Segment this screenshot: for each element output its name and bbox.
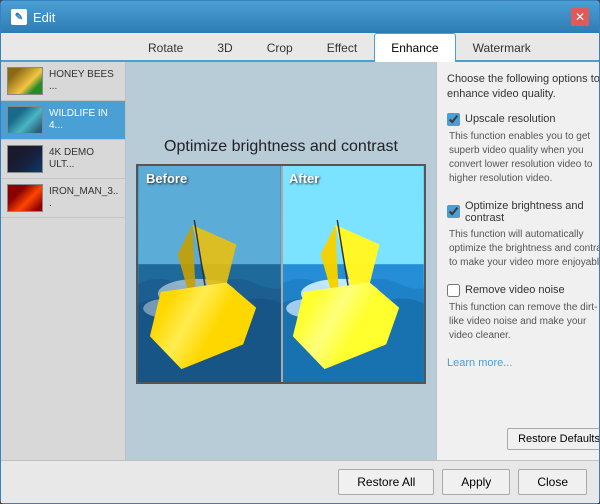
main-content: HONEY BEES ... WILDLIFE IN 4... 4K DEMO … <box>1 62 599 460</box>
restore-defaults-button[interactable]: Restore Defaults <box>507 428 599 450</box>
sidebar-item-ironman[interactable]: IRON_MAN_3... <box>1 179 125 218</box>
sidebar-item-wildlife[interactable]: WILDLIFE IN 4... <box>1 101 125 140</box>
before-half: Before <box>138 166 281 382</box>
sidebar-item-honeybees[interactable]: HONEY BEES ... <box>1 62 125 101</box>
learn-more-link[interactable]: Learn more... <box>447 357 599 369</box>
title-bar: ✎ Edit ✕ <box>1 1 599 33</box>
noise-label[interactable]: Remove video noise <box>465 284 565 296</box>
option-group-upscale: Upscale resolution This function enables… <box>447 113 599 192</box>
option-group-brightness: Optimize brightness and contrast This fu… <box>447 200 599 276</box>
tab-3d[interactable]: 3D <box>200 33 249 62</box>
apply-button[interactable]: Apply <box>442 469 510 495</box>
brightness-description: This function will automatically optimiz… <box>447 228 599 270</box>
before-label: Before <box>146 171 187 186</box>
preview-area: Optimize brightness and contrast <box>126 62 436 460</box>
option-group-noise: Remove video noise This function can rem… <box>447 284 599 349</box>
right-panel-description: Choose the following options to enhance … <box>447 72 599 103</box>
close-button[interactable]: Close <box>518 469 587 495</box>
tab-effect[interactable]: Effect <box>310 33 374 62</box>
sidebar-thumb-wildlife <box>7 106 43 134</box>
window-title: Edit <box>33 10 55 25</box>
tab-rotate[interactable]: Rotate <box>131 33 200 62</box>
after-label: After <box>289 171 319 186</box>
sidebar-label-4k: 4K DEMO ULT... <box>49 147 119 171</box>
sidebar: HONEY BEES ... WILDLIFE IN 4... 4K DEMO … <box>1 62 126 460</box>
tab-watermark[interactable]: Watermark <box>456 33 548 62</box>
upscale-label[interactable]: Upscale resolution <box>465 113 556 125</box>
sidebar-thumb-honeybees <box>7 67 43 95</box>
content-area: Optimize brightness and contrast <box>126 62 436 460</box>
sidebar-thumb-ironman <box>7 184 43 212</box>
window-icon: ✎ <box>11 9 27 25</box>
right-panel: Choose the following options to enhance … <box>436 62 599 460</box>
brightness-checkbox-row: Optimize brightness and contrast <box>447 200 599 224</box>
sidebar-thumb-4k <box>7 145 43 173</box>
brightness-checkbox[interactable] <box>447 205 460 218</box>
preview-title: Optimize brightness and contrast <box>164 138 398 156</box>
restore-defaults-area: Restore Defaults <box>447 420 599 450</box>
tab-crop[interactable]: Crop <box>250 33 310 62</box>
main-window: ✎ Edit ✕ Rotate 3D Crop Effect Enhance W… <box>0 0 600 504</box>
bottom-bar: Restore All Apply Close <box>1 460 599 503</box>
sidebar-item-4k[interactable]: 4K DEMO ULT... <box>1 140 125 179</box>
before-image <box>138 166 281 382</box>
upscale-checkbox[interactable] <box>447 113 460 126</box>
sidebar-label-wildlife: WILDLIFE IN 4... <box>49 108 119 132</box>
upscale-description: This function enables you to get superb … <box>447 130 599 186</box>
before-after-container: Before <box>136 164 426 384</box>
window-close-button[interactable]: ✕ <box>571 8 589 26</box>
divider-line <box>281 166 283 382</box>
tab-bar: Rotate 3D Crop Effect Enhance Watermark <box>1 33 599 62</box>
noise-checkbox[interactable] <box>447 284 460 297</box>
noise-description: This function can remove the dirt-like v… <box>447 301 599 343</box>
upscale-checkbox-row: Upscale resolution <box>447 113 599 126</box>
after-image <box>281 166 424 382</box>
title-bar-left: ✎ Edit <box>11 9 55 25</box>
sidebar-label-ironman: IRON_MAN_3... <box>49 186 119 210</box>
after-half: After <box>281 166 424 382</box>
tab-enhance[interactable]: Enhance <box>374 33 455 62</box>
brightness-label[interactable]: Optimize brightness and contrast <box>465 200 599 224</box>
restore-all-button[interactable]: Restore All <box>338 469 434 495</box>
noise-checkbox-row: Remove video noise <box>447 284 599 297</box>
sidebar-label-honeybees: HONEY BEES ... <box>49 69 119 93</box>
